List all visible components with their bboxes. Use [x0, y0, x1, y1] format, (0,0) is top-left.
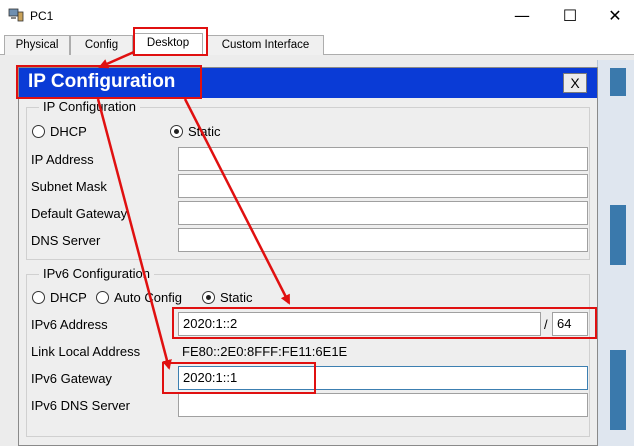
tab-physical[interactable]: Physical [4, 35, 70, 55]
ipv4-dhcp-radio[interactable]: DHCP [32, 124, 87, 139]
desktop-background-edge [597, 60, 634, 446]
window-titlebar: PC1 — ☐ ✕ [0, 0, 634, 33]
ipv6-address-label: IPv6 Address [31, 317, 108, 332]
ipv6-auto-config-label: Auto Config [114, 290, 182, 305]
ipv6-static-radio[interactable]: Static [202, 290, 253, 305]
ipv6-dhcp-label: DHCP [50, 290, 87, 305]
maximize-button[interactable]: ☐ [556, 6, 584, 26]
ipv4-dhcp-label: DHCP [50, 124, 87, 139]
minimize-button[interactable]: — [508, 6, 536, 26]
dns-server-input[interactable] [178, 228, 588, 252]
radio-selected-icon [170, 125, 183, 138]
annotation-box-ipv6-address [172, 307, 597, 339]
ipv6-static-label: Static [220, 290, 253, 305]
ipv6-group-legend: IPv6 Configuration [39, 266, 154, 281]
pc-app-icon [8, 8, 24, 22]
dialog-close-button[interactable]: X [563, 73, 587, 93]
ipv4-group-legend: IP Configuration [39, 99, 140, 114]
ipv6-gateway-label: IPv6 Gateway [31, 371, 112, 386]
ip-address-input[interactable] [178, 147, 588, 171]
tab-bar: Physical Config Desktop Custom Interface [0, 33, 634, 56]
link-local-address-value: FE80::2E0:8FFF:FE11:6E1E [182, 344, 348, 359]
tab-custom-interface[interactable]: Custom Interface [207, 35, 324, 55]
subnet-mask-input[interactable] [178, 174, 588, 198]
radio-unselected-icon [96, 291, 109, 304]
radio-unselected-icon [32, 291, 45, 304]
subnet-mask-label: Subnet Mask [31, 179, 107, 194]
ipv4-static-radio[interactable]: Static [170, 124, 221, 139]
ipv6-dhcp-radio[interactable]: DHCP [32, 290, 87, 305]
ipv6-auto-config-radio[interactable]: Auto Config [96, 290, 182, 305]
close-window-button[interactable]: ✕ [601, 6, 629, 26]
annotation-box-ipv6-gateway [162, 362, 316, 394]
annotation-box-dialog-title [16, 65, 202, 99]
radio-selected-icon [202, 291, 215, 304]
ip-address-label: IP Address [31, 152, 94, 167]
tab-config[interactable]: Config [70, 35, 133, 55]
ipv6-dns-server-input[interactable] [178, 393, 588, 417]
link-local-address-label: Link Local Address [31, 344, 141, 359]
annotation-box-desktop-tab [133, 27, 208, 56]
ipv6-dns-server-label: IPv6 DNS Server [31, 398, 130, 413]
ipv4-static-label: Static [188, 124, 221, 139]
default-gateway-label: Default Gateway [31, 206, 128, 221]
default-gateway-input[interactable] [178, 201, 588, 225]
dns-server-label: DNS Server [31, 233, 101, 248]
window-title: PC1 [30, 9, 54, 23]
radio-unselected-icon [32, 125, 45, 138]
